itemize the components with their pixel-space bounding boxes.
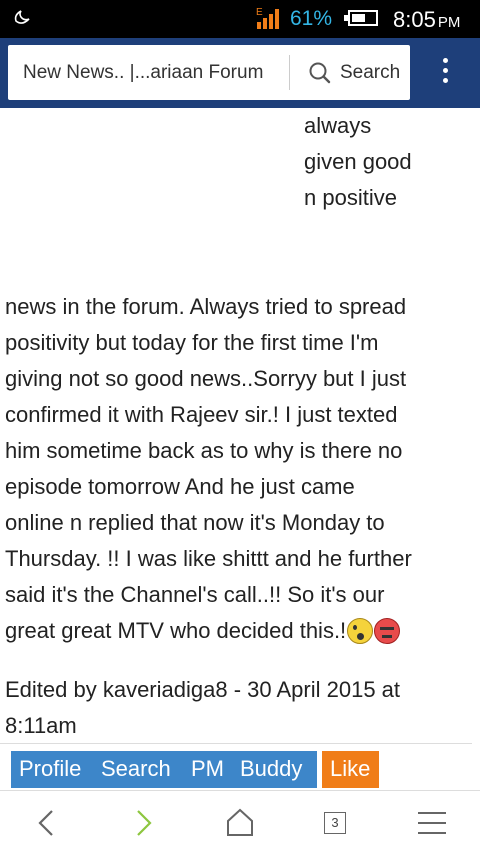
angry-emoji-icon — [374, 618, 401, 644]
post-text-line: episode tomorrow And he just came — [5, 474, 355, 499]
battery-percent: 61% — [290, 7, 333, 30]
edited-line: 8:11am — [5, 713, 77, 738]
shocked-emoji-icon — [347, 618, 374, 644]
forward-icon[interactable] — [124, 805, 160, 841]
back-icon[interactable] — [30, 805, 66, 841]
overflow-menu-icon[interactable] — [430, 58, 460, 88]
address-divider — [289, 55, 290, 90]
battery-icon — [344, 10, 378, 26]
status-bar: E 61% 8:05 PM — [0, 0, 480, 38]
search-button[interactable]: Search — [302, 45, 410, 100]
post-text-line: giving not so good news..Sorryy but I ju… — [5, 366, 407, 391]
bottom-nav: 3 — [0, 790, 480, 855]
clock-ampm: PM — [437, 14, 461, 31]
post-text-line: news in the forum. Always tried to sprea… — [5, 294, 407, 319]
post-body: news in the forum. Always tried to sprea… — [5, 289, 473, 649]
post-text-line: confirmed it with Rajeev sir.! I just te… — [5, 402, 398, 427]
pm-link[interactable]: PM — [191, 756, 224, 782]
address-bar[interactable]: New News.. |...ariaan Forum Search — [8, 45, 410, 100]
clock: 8:05 PM — [393, 7, 460, 33]
menu-icon[interactable] — [414, 805, 450, 841]
post-text-line: given good — [304, 149, 412, 174]
svg-text:E: E — [256, 7, 263, 18]
post-text-line: said it's the Channel's call..!! So it's… — [5, 582, 385, 607]
signal-icon: E — [256, 7, 279, 29]
profile-link[interactable]: Profile — [19, 756, 81, 782]
tabs-icon[interactable]: 3 — [319, 805, 355, 841]
search-icon — [309, 62, 331, 84]
browser-toolbar: New News.. |...ariaan Forum Search — [0, 38, 480, 108]
search-button-label: Search — [340, 62, 401, 83]
post-actions-bar: Profile Search PM Buddy — [11, 751, 317, 788]
like-button-label: Like — [330, 756, 371, 781]
post-right-column: always given good n positive — [304, 108, 412, 216]
edited-note: Edited by kaveriadiga8 - 30 April 2015 a… — [5, 672, 473, 744]
like-button[interactable]: Like — [322, 751, 379, 788]
post-text-line: positivity but today for the first time … — [5, 330, 379, 355]
forum-post-area: always given good n positive news in the f… — [0, 108, 480, 790]
post-text-line: online n replied that now it's Monday to — [5, 510, 385, 535]
home-icon[interactable] — [222, 805, 258, 841]
search-link[interactable]: Search — [101, 756, 171, 782]
battery-fill — [352, 14, 365, 22]
post-text-line: always — [304, 113, 372, 138]
post-text-line: him sometime back as to why is there no — [5, 438, 403, 463]
moon-icon — [14, 10, 30, 24]
buddy-link[interactable]: Buddy — [240, 756, 302, 782]
clock-time: 8:05 — [393, 7, 436, 32]
edited-line: Edited by kaveriadiga8 - 30 April 2015 a… — [5, 677, 401, 702]
tab-count: 3 — [324, 812, 346, 834]
divider — [0, 743, 472, 744]
page-title[interactable]: New News.. |...ariaan Forum — [23, 62, 263, 84]
post-text-line: n positive — [304, 185, 397, 210]
post-text-line: great great MTV who decided this.! — [5, 613, 473, 649]
post-text-line: Thursday. !! I was like shittt and he fu… — [5, 546, 412, 571]
